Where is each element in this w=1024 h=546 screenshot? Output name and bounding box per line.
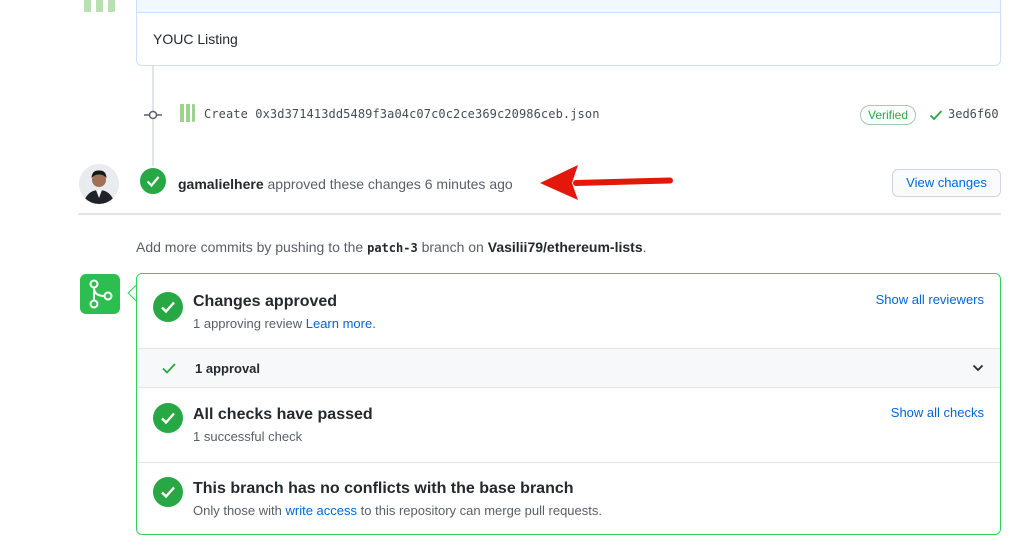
comment-box: YOUC Listing — [136, 0, 1001, 66]
person-photo-icon — [79, 164, 119, 204]
git-merge-icon — [89, 279, 113, 309]
merge-status-icon — [80, 274, 120, 314]
approved-status-icon — [153, 292, 183, 322]
check-icon — [161, 486, 175, 499]
branch-name: patch-3 — [367, 241, 418, 255]
commit-message[interactable]: Create 0x3d371413dd5489f3a04c07c0c2ce369… — [204, 107, 600, 121]
reviewer-avatar[interactable] — [79, 164, 119, 204]
view-changes-button[interactable]: View changes — [892, 169, 1001, 197]
timeline-divider — [78, 213, 1001, 215]
show-all-reviewers-link[interactable]: Show all reviewers — [876, 292, 984, 307]
reviewer-name[interactable]: gamalielhere — [178, 176, 264, 192]
repo-name[interactable]: Vasilii79/ethereum-lists — [488, 239, 643, 255]
show-all-checks-link[interactable]: Show all checks — [891, 405, 984, 420]
add-commits-hint: Add more commits by pushing to the patch… — [136, 239, 647, 255]
checks-status-icon — [153, 403, 183, 433]
check-icon[interactable] — [929, 108, 943, 122]
changes-approved-section: Changes approved 1 approving review Lear… — [137, 274, 1000, 348]
commit-author-avatar[interactable] — [178, 104, 196, 122]
check-icon — [162, 363, 176, 374]
commit-sha[interactable]: 3ed6f60 — [948, 107, 999, 121]
write-access-link[interactable]: write access — [286, 503, 358, 518]
check-icon — [146, 176, 160, 188]
red-arrow-annotation — [540, 165, 673, 200]
checks-subtitle: 1 successful check — [193, 429, 303, 444]
comment-author-avatar[interactable] — [80, 0, 118, 12]
conflicts-status-icon — [153, 477, 183, 507]
approval-count-label: 1 approval — [195, 361, 261, 376]
review-time[interactable]: 6 minutes ago — [425, 176, 513, 192]
check-icon — [161, 301, 175, 314]
review-action: approved these changes — [263, 176, 425, 192]
approving-review-text: 1 approving review Learn more. — [193, 316, 376, 331]
merge-box: Changes approved 1 approving review Lear… — [136, 273, 1001, 535]
learn-more-link[interactable]: Learn more. — [306, 316, 376, 331]
chevron-down-icon[interactable] — [972, 363, 984, 373]
changes-approved-title: Changes approved — [193, 293, 338, 310]
checks-section: All checks have passed 1 successful chec… — [137, 388, 1000, 462]
review-summary: gamalielhere approved these changes 6 mi… — [178, 176, 513, 192]
check-icon — [161, 412, 175, 425]
verified-badge[interactable]: Verified — [860, 105, 917, 125]
approved-badge — [138, 166, 168, 196]
comment-header — [137, 0, 1000, 13]
git-commit-icon — [144, 110, 162, 120]
comment-body: YOUC Listing — [153, 31, 238, 47]
conflicts-section: This branch has no conflicts with the ba… — [137, 462, 1000, 534]
approvals-row[interactable]: 1 approval — [137, 348, 1000, 388]
conflicts-subtitle: Only those with write access to this rep… — [193, 503, 602, 518]
conflicts-title: This branch has no conflicts with the ba… — [193, 480, 574, 497]
checks-title: All checks have passed — [193, 406, 373, 423]
